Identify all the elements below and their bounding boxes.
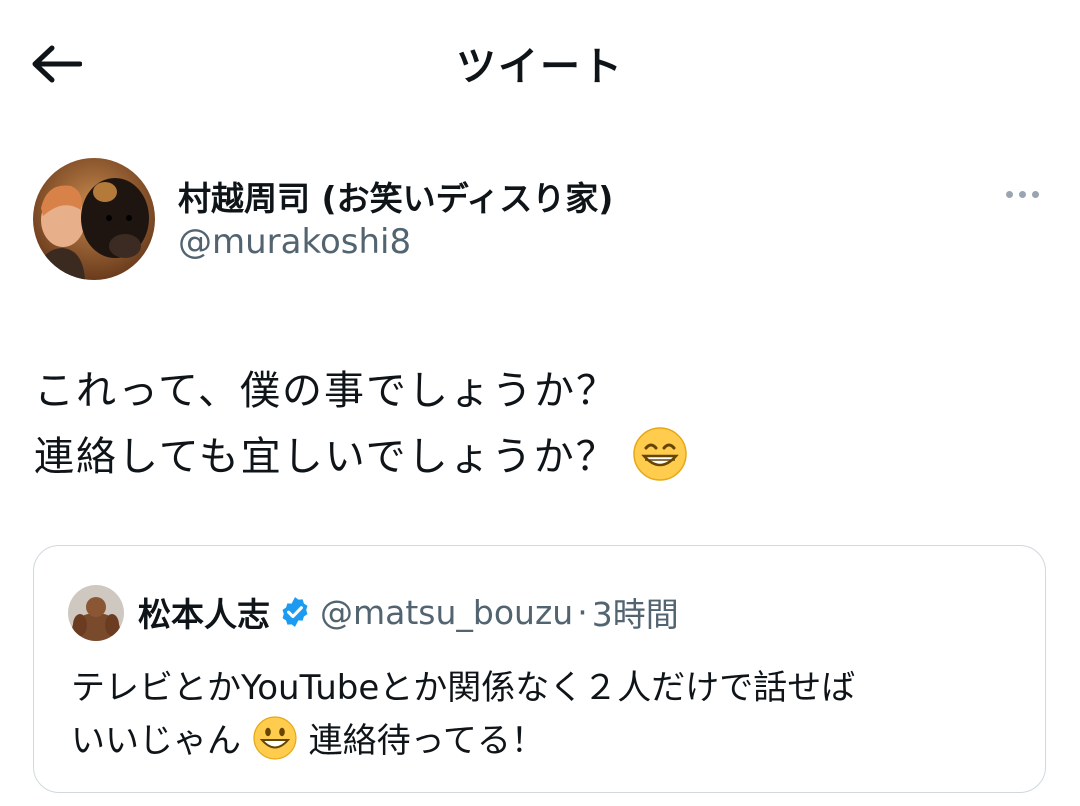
quoted-author-handle[interactable]: @matsu_bouzu — [320, 593, 573, 632]
more-horizontal-icon — [1031, 190, 1039, 198]
quoted-author-name[interactable]: 松本人志 — [138, 588, 270, 636]
author-avatar[interactable] — [33, 158, 155, 280]
author-handle[interactable]: @murakoshi8 — [178, 222, 411, 262]
quoted-tweet-text-line: テレビとかYouTubeとか関係なく２人だけで話せば — [71, 668, 856, 708]
avatar-image — [33, 158, 155, 280]
separator-dot: · — [577, 592, 588, 632]
quoted-text-segment: いいじゃん — [71, 721, 241, 761]
more-horizontal-icon — [1005, 190, 1013, 198]
more-horizontal-icon — [1018, 190, 1026, 198]
tweet-text-line: これって、僕の事でしょうか？ — [34, 368, 618, 414]
quoted-author-avatar[interactable] — [68, 585, 124, 641]
more-options-button[interactable] — [998, 178, 1046, 210]
avatar-image — [68, 585, 124, 641]
author-display-name[interactable]: 村越周司 (お笑いディスり家) — [178, 172, 613, 220]
quoted-text-segment: 連絡待ってる！ — [308, 721, 545, 761]
grinning-face-icon — [252, 715, 298, 770]
page-title: ツイート — [456, 44, 624, 90]
quoted-tweet-time[interactable]: 3時間 — [592, 588, 679, 636]
quoted-tweet-text-line: いいじゃん 連絡待ってる！ — [71, 713, 545, 770]
quoted-tweet-header: 松本人志 @matsu_bouzu · 3時間 — [138, 588, 679, 636]
tweet-text-line: 連絡しても宜しいでしょうか？ — [34, 424, 688, 492]
grinning-face-with-smiling-eyes-icon — [632, 426, 688, 492]
tweet-text-segment: 連絡しても宜しいでしょうか？ — [34, 434, 618, 480]
verified-badge-icon — [278, 595, 312, 629]
